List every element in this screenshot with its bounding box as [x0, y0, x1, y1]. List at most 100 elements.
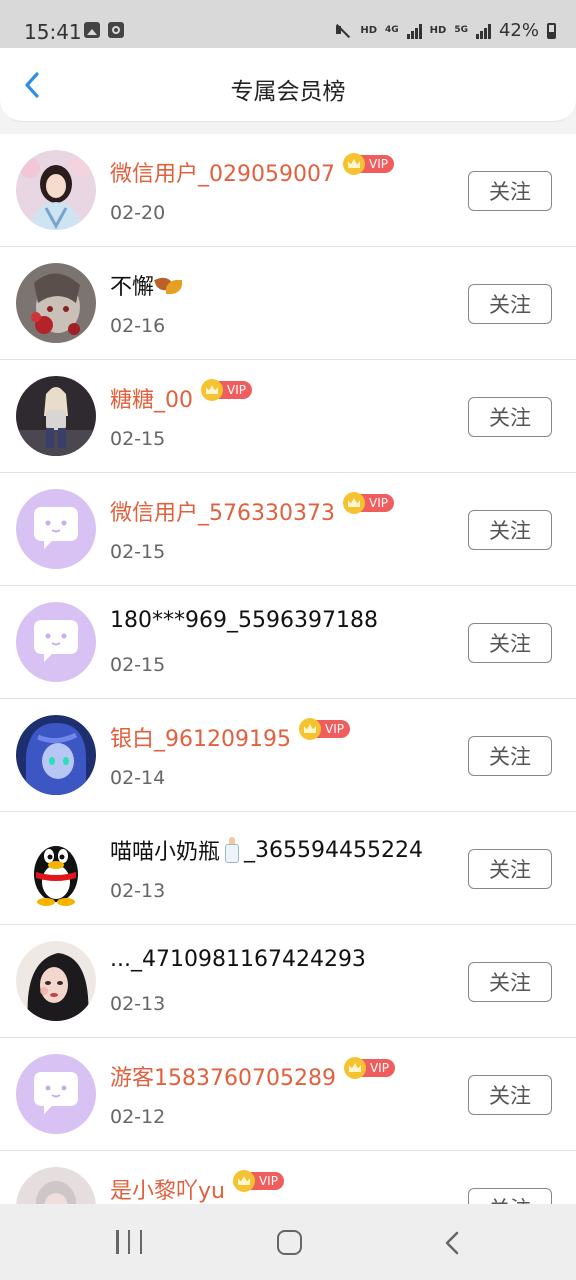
user-name[interactable]: 游客1583760705289: [110, 1060, 336, 1092]
user-name[interactable]: 180***969_5596397188: [110, 608, 378, 633]
user-avatar[interactable]: [16, 489, 96, 569]
recent-apps-icon: [127, 1230, 131, 1254]
recent-apps-icon: [116, 1230, 119, 1254]
network-label-2: 5G: [454, 26, 468, 35]
system-status-icons: HD 4G HD 5G 42%: [334, 20, 556, 41]
list-item[interactable]: 银白_961209195 VIP 02-14 关注: [0, 699, 576, 812]
home-button[interactable]: [277, 1230, 302, 1255]
user-name-prefix[interactable]: 喵喵小奶瓶: [110, 834, 220, 866]
list-item[interactable]: 游客1583760705289 VIP 02-12 关注: [0, 1038, 576, 1151]
user-name[interactable]: 不懈: [110, 269, 154, 301]
join-date: 02-15: [110, 428, 166, 450]
join-date: 02-14: [110, 767, 166, 789]
crown-icon: [201, 379, 223, 401]
join-date: 02-16: [110, 315, 166, 337]
user-avatar[interactable]: [16, 150, 96, 230]
user-name[interactable]: ..._4710981167424293: [110, 947, 366, 972]
photo-girl-dark-avatar: [16, 376, 96, 456]
anime-blue-girl-avatar: [16, 715, 96, 795]
default-chat-bubble-avatar: [16, 489, 96, 569]
fallen-leaf-icon: [156, 274, 184, 296]
join-date: 02-15: [110, 654, 166, 676]
hd-label-2: HD: [429, 25, 447, 36]
user-name[interactable]: 微信用户_029059007: [110, 156, 335, 188]
default-chat-bubble-avatar: [16, 602, 96, 682]
network-label: 4G: [385, 26, 399, 35]
status-bar: 15:41 HD 4G HD 5G 42%: [0, 0, 576, 48]
user-name[interactable]: 糖糖_00: [110, 382, 193, 414]
crown-icon: [298, 718, 321, 740]
status-time: 15:41: [24, 20, 82, 44]
join-date: 02-13: [110, 993, 166, 1015]
system-nav-bar: [0, 1204, 576, 1280]
join-date: 02-12: [110, 1106, 166, 1128]
anime-red-flower-avatar: [16, 263, 96, 343]
crown-icon: [342, 492, 365, 514]
app-header: 专属会员榜: [0, 48, 576, 122]
member-list: 微信用户_029059007 VIP 02-20 关注 不懈 02-16 关注: [0, 134, 576, 1264]
user-avatar[interactable]: [16, 1054, 96, 1134]
crown-icon: [343, 1057, 366, 1079]
page-title: 专属会员榜: [230, 79, 346, 105]
user-name[interactable]: 微信用户_576330373: [110, 495, 335, 527]
follow-button[interactable]: 关注: [468, 962, 552, 1002]
list-item[interactable]: 不懈 02-16 关注: [0, 247, 576, 360]
recent-apps-button[interactable]: [116, 1230, 142, 1254]
vip-badge: VIP: [342, 492, 394, 514]
user-avatar[interactable]: [16, 263, 96, 343]
follow-button[interactable]: 关注: [468, 736, 552, 776]
signal-icon-2: [475, 23, 491, 39]
battery-icon: [547, 22, 556, 39]
name-line: 不懈: [110, 269, 184, 301]
user-name[interactable]: _365594455224: [244, 838, 423, 863]
hd-label: HD: [360, 25, 377, 36]
list-item[interactable]: 微信用户_576330373 VIP 02-15 关注: [0, 473, 576, 586]
vip-badge: VIP: [343, 1057, 395, 1079]
follow-button[interactable]: 关注: [468, 397, 552, 437]
list-item[interactable]: ..._4710981167424293 02-13 关注: [0, 925, 576, 1038]
list-item[interactable]: 糖糖_00 VIP 02-15 关注: [0, 360, 576, 473]
battery-percent: 42%: [498, 20, 539, 41]
name-line: 微信用户_576330373 VIP: [110, 492, 394, 527]
user-avatar[interactable]: [16, 715, 96, 795]
baby-bottle-icon: [224, 837, 240, 863]
recent-apps-icon: [139, 1230, 142, 1254]
follow-button[interactable]: 关注: [468, 510, 552, 550]
notification-icons: [84, 22, 124, 38]
name-line: 银白_961209195 VIP: [110, 718, 350, 753]
mute-icon: [334, 22, 352, 40]
name-line: 180***969_5596397188: [110, 608, 378, 633]
user-avatar[interactable]: [16, 376, 96, 456]
user-avatar[interactable]: [16, 941, 96, 1021]
vip-badge: VIP: [298, 718, 350, 740]
join-date: 02-13: [110, 880, 166, 902]
crown-icon: [232, 1170, 255, 1192]
join-date: 02-15: [110, 541, 166, 563]
vip-badge: VIP: [342, 153, 394, 175]
user-avatar[interactable]: [16, 602, 96, 682]
user-name[interactable]: 是小黎吖yu: [110, 1173, 225, 1205]
name-line: 微信用户_029059007 VIP: [110, 153, 394, 188]
list-item[interactable]: 喵喵小奶瓶 _365594455224 02-13 关注: [0, 812, 576, 925]
user-avatar[interactable]: [16, 828, 96, 908]
qq-penguin-avatar: [16, 828, 96, 908]
list-item[interactable]: 微信用户_029059007 VIP 02-20 关注: [0, 134, 576, 247]
join-date: 02-20: [110, 202, 166, 224]
name-line: 喵喵小奶瓶 _365594455224: [110, 834, 423, 866]
user-name[interactable]: 银白_961209195: [110, 721, 291, 753]
vip-badge: VIP: [232, 1170, 284, 1192]
signal-icon: [406, 23, 422, 39]
default-chat-bubble-avatar: [16, 1054, 96, 1134]
system-back-button[interactable]: [442, 1230, 462, 1256]
follow-button[interactable]: 关注: [468, 171, 552, 211]
gallery-notification-icon: [84, 22, 100, 38]
clock-notification-icon: [108, 22, 124, 38]
name-line: ..._4710981167424293: [110, 947, 366, 972]
name-line: 游客1583760705289 VIP: [110, 1057, 395, 1092]
follow-button[interactable]: 关注: [468, 849, 552, 889]
follow-button[interactable]: 关注: [468, 284, 552, 324]
follow-button[interactable]: 关注: [468, 1075, 552, 1115]
follow-button[interactable]: 关注: [468, 623, 552, 663]
name-line: 糖糖_00 VIP: [110, 379, 252, 414]
list-item[interactable]: 180***969_5596397188 02-15 关注: [0, 586, 576, 699]
